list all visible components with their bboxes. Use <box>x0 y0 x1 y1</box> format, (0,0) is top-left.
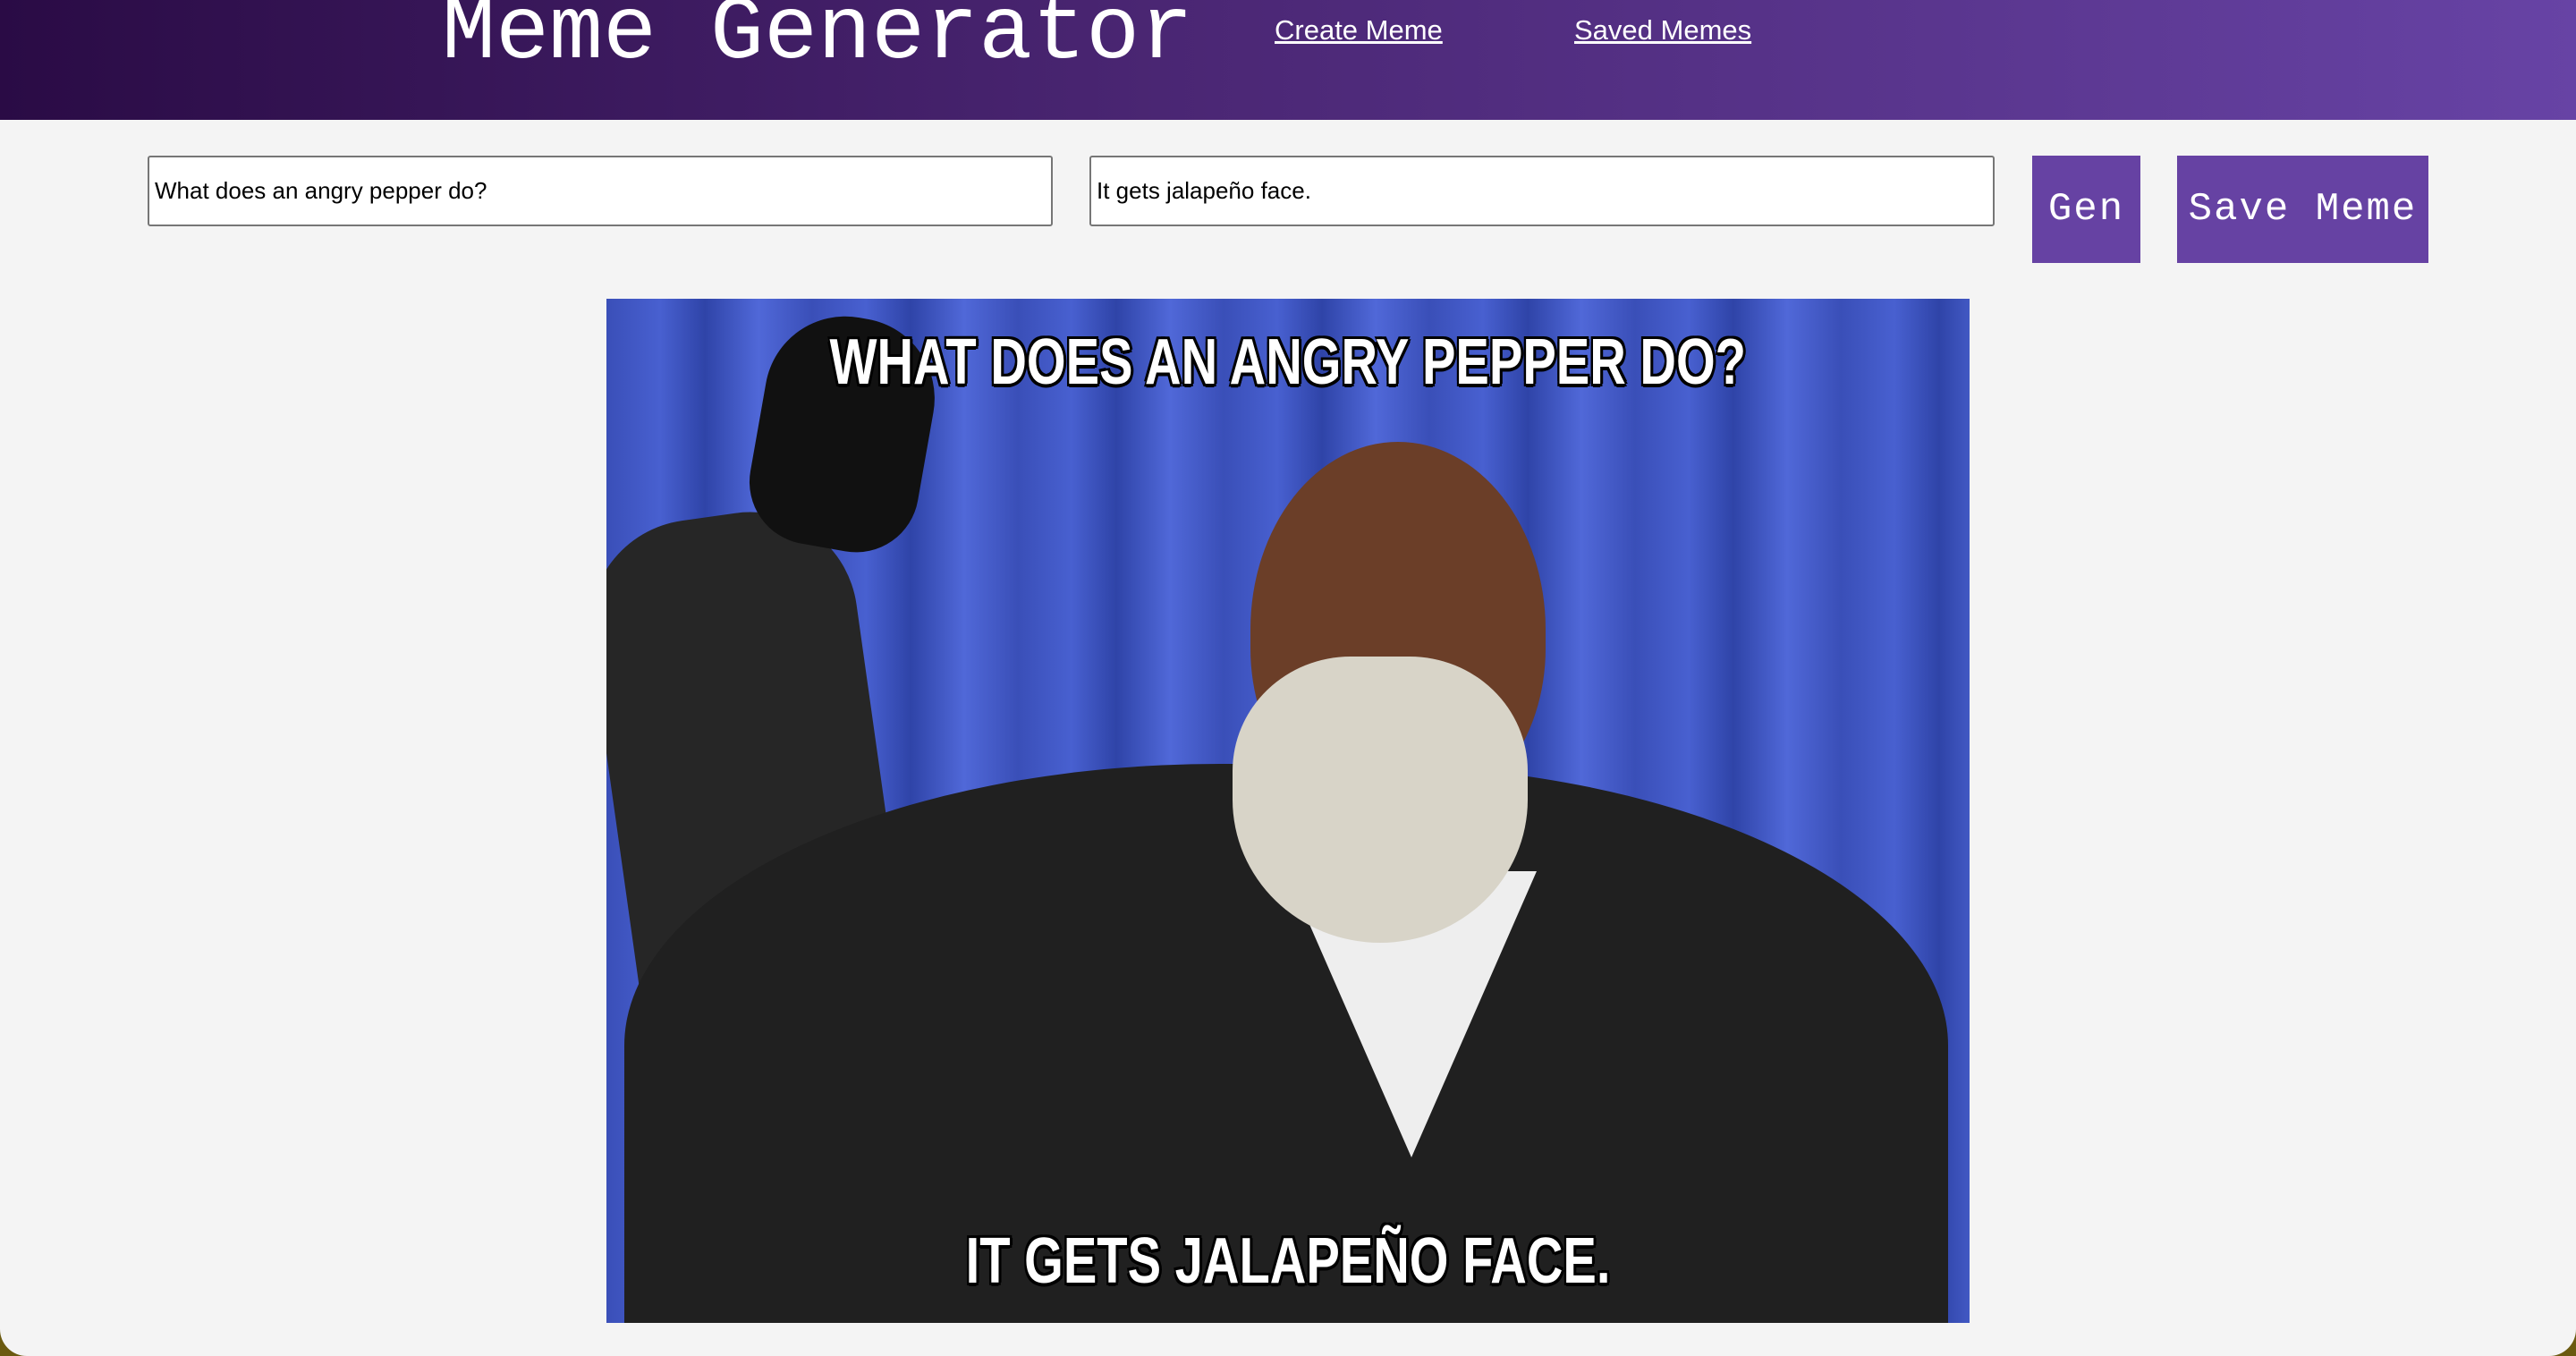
header-bar: Meme Generator Create Meme Saved Memes <box>0 0 2576 120</box>
page-title: Meme Generator <box>442 0 1194 85</box>
top-caption-text: WHAT DOES AN ANGRY PEPPER DO? <box>829 326 1747 398</box>
top-text-input[interactable] <box>148 156 1053 226</box>
beard <box>1233 657 1528 943</box>
nav-create-meme[interactable]: Create Meme <box>1275 14 1443 47</box>
meme-bottom-caption: IT GETS JALAPEÑO FACE. <box>606 1225 1970 1298</box>
meme-image: WHAT DOES AN ANGRY PEPPER DO? IT GETS JA… <box>606 299 1970 1323</box>
app-window: Meme Generator Create Meme Saved Memes G… <box>0 0 2576 1356</box>
nav-saved-memes[interactable]: Saved Memes <box>1574 14 1751 47</box>
bottom-text-input[interactable] <box>1089 156 1995 226</box>
meme-top-caption: WHAT DOES AN ANGRY PEPPER DO? <box>606 326 1970 399</box>
save-meme-button[interactable]: Save Meme <box>2177 156 2428 263</box>
bottom-caption-text: IT GETS JALAPEÑO FACE. <box>965 1225 1611 1297</box>
generate-button[interactable]: Gen <box>2032 156 2140 263</box>
